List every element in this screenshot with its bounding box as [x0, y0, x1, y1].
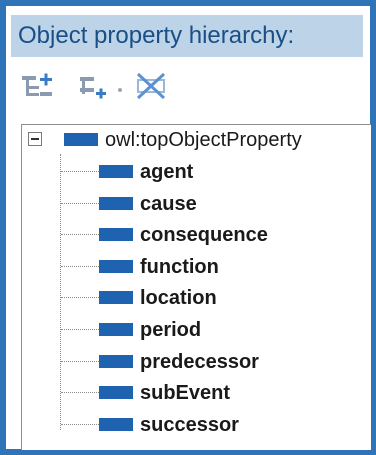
tree-item-function[interactable]: function	[61, 254, 361, 278]
tree-item-label: cause	[140, 192, 197, 215]
toolbar-separator	[118, 88, 122, 92]
object-property-icon	[99, 228, 133, 242]
tree-item-predecessor[interactable]: predecessor	[61, 349, 361, 373]
tree-item-label: function	[140, 255, 219, 278]
tree-item-consequence[interactable]: consequence	[61, 222, 361, 246]
add-sub-property-button[interactable]	[20, 70, 56, 104]
tree-item-period[interactable]: period	[61, 317, 361, 341]
object-property-icon	[99, 323, 133, 336]
tree-root-row[interactable]: owl:topObjectProperty	[28, 128, 368, 152]
tree-item-label: consequence	[140, 224, 268, 247]
tree-item-label: agent	[140, 161, 194, 183]
tree-item-label: period	[140, 319, 202, 341]
collapse-toggle-icon[interactable]	[28, 132, 42, 146]
tree-connector-branch	[61, 265, 99, 267]
tree-connector-branch	[61, 297, 99, 299]
tree-connector-branch	[61, 329, 99, 330]
tree-item-label: subEvent	[140, 382, 231, 405]
tree-connector-branch	[61, 392, 99, 394]
tree-connector-branch	[61, 202, 99, 204]
object-property-icon	[99, 291, 133, 305]
object-property-icon	[99, 165, 133, 178]
tree-item-successor[interactable]: successor	[61, 412, 361, 436]
hierarchy-toolbar	[20, 70, 220, 104]
tree-connector-branch	[61, 360, 99, 362]
object-property-icon	[99, 259, 133, 273]
tree-root-label: owl:topObjectProperty	[105, 129, 302, 151]
tree-item-agent[interactable]: agent	[61, 159, 361, 183]
add-sibling-property-button[interactable]	[78, 70, 114, 104]
add-sub-property-icon	[22, 73, 52, 96]
tree-item-label: successor	[140, 413, 239, 436]
object-property-icon	[99, 417, 133, 431]
delete-property-icon	[136, 72, 166, 100]
tree-item-cause[interactable]: cause	[61, 191, 361, 215]
tree-connector-branch	[61, 171, 99, 172]
object-property-icon	[64, 133, 98, 146]
panel-title: Object property hierarchy:	[11, 15, 363, 57]
object-property-icon	[99, 386, 133, 400]
delete-property-button[interactable]	[134, 70, 170, 104]
tree-connector-branch	[61, 423, 99, 425]
tree-connector-branch	[61, 234, 99, 236]
tree-item-label: location	[140, 287, 217, 310]
tree-item-location[interactable]: location	[61, 285, 361, 309]
add-sibling-property-icon	[80, 77, 106, 99]
tree-item-subevent[interactable]: subEvent	[61, 380, 361, 404]
object-property-icon	[99, 196, 133, 210]
object-property-icon	[99, 354, 133, 368]
tree-item-label: predecessor	[140, 350, 259, 373]
